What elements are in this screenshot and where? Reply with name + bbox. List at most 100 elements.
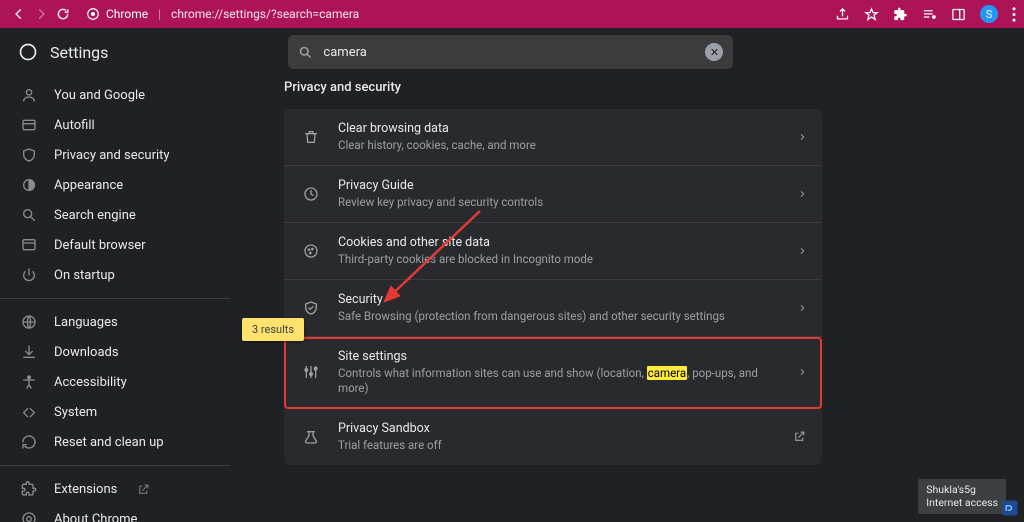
search-icon — [20, 207, 38, 223]
kebab-menu-icon[interactable] — [1012, 7, 1016, 22]
row-title: Cookies and other site data — [338, 235, 782, 250]
search-results-badge: 3 results — [242, 318, 304, 341]
trash-icon — [300, 129, 322, 145]
profile-avatar[interactable]: S — [980, 5, 998, 23]
sidebar-item-label: Privacy and security — [54, 148, 170, 163]
chrome-icon — [86, 7, 100, 21]
back-button[interactable] — [8, 7, 30, 21]
row-subtitle: Clear history, cookies, cache, and more — [338, 138, 782, 153]
sidebar-item-on-startup[interactable]: On startup — [0, 260, 230, 290]
sidebar-item-system[interactable]: System — [0, 397, 230, 427]
row-subtitle: Trial features are off — [338, 438, 777, 453]
address-bar[interactable]: Chrome | chrome://settings/?search=camer… — [86, 7, 359, 21]
row-title: Security — [338, 292, 782, 307]
chevron-right-icon — [798, 302, 806, 314]
row-title: Privacy Guide — [338, 178, 782, 193]
settings-row-privacy-guide[interactable]: Privacy Guide Review key privacy and secu… — [284, 166, 822, 223]
sidebar-item-autofill[interactable]: Autofill — [0, 110, 230, 140]
browser-toolbar: Chrome | chrome://settings/?search=camer… — [0, 0, 1024, 28]
sidebar-item-accessibility[interactable]: Accessibility — [0, 367, 230, 397]
settings-search-box[interactable]: ✕ — [288, 35, 733, 69]
appearance-icon — [20, 177, 38, 193]
sidebar-item-label: Default browser — [54, 238, 146, 253]
bookmark-star-icon[interactable] — [864, 7, 879, 22]
sidebar-item-languages[interactable]: Languages — [0, 307, 230, 337]
settings-header: Settings ✕ — [0, 28, 1024, 76]
settings-gear-icon — [18, 42, 38, 62]
sidebar-item-privacy-and-security[interactable]: Privacy and security — [0, 140, 230, 170]
row-title: Site settings — [338, 349, 782, 364]
extension-icon — [20, 481, 38, 497]
sidebar-item-label: Languages — [54, 315, 118, 330]
settings-title: Settings — [18, 42, 108, 62]
sidebar-item-extensions[interactable]: Extensions — [0, 474, 230, 504]
sandbox-icon — [300, 429, 322, 445]
settings-row-site-settings[interactable]: Site settings Controls what information s… — [284, 337, 822, 409]
row-subtitle: Review key privacy and security controls — [338, 195, 782, 210]
external-link-icon — [137, 483, 150, 496]
settings-row-privacy-sandbox[interactable]: Privacy Sandbox Trial features are off — [284, 409, 822, 465]
sidebar-item-label: On startup — [54, 268, 115, 283]
network-toast: Shukla's5g Internet access — [918, 479, 1006, 514]
watermark-logo — [1000, 498, 1020, 518]
chevron-right-icon — [798, 366, 806, 378]
url-scheme-label: Chrome — [106, 7, 148, 21]
sidebar-item-downloads[interactable]: Downloads — [0, 337, 230, 367]
playlist-icon[interactable] — [922, 7, 937, 22]
url-text: chrome://settings/?search=camera — [171, 7, 359, 21]
row-subtitle: Third-party cookies are blocked in Incog… — [338, 252, 782, 267]
clear-search-button[interactable]: ✕ — [705, 43, 723, 61]
sidebar-item-reset-and-clean-up[interactable]: Reset and clean up — [0, 427, 230, 457]
shield-icon — [20, 147, 38, 163]
reload-button[interactable] — [52, 7, 74, 21]
chrome-icon — [20, 511, 38, 522]
sidebar-item-label: Autofill — [54, 118, 95, 133]
privacy-card: Clear browsing data Clear history, cookie… — [284, 109, 822, 465]
sidebar-item-label: You and Google — [54, 88, 145, 103]
download-icon — [20, 344, 38, 360]
guide-icon — [300, 186, 322, 202]
sidebar-item-label: Reset and clean up — [54, 435, 164, 450]
cookie-icon — [300, 243, 322, 259]
chevron-right-icon — [798, 188, 806, 200]
row-title: Privacy Sandbox — [338, 421, 777, 436]
sidebar-item-you-and-google[interactable]: You and Google — [0, 80, 230, 110]
forward-button[interactable] — [30, 7, 52, 21]
row-subtitle: Controls what information sites can use … — [338, 366, 782, 396]
settings-search-input[interactable] — [323, 45, 695, 60]
sidebar-item-about-chrome[interactable]: About Chrome — [0, 504, 230, 522]
sliders-icon — [300, 364, 322, 380]
sidebar-item-label: Extensions — [54, 482, 117, 497]
share-icon[interactable] — [835, 7, 850, 22]
system-icon — [20, 404, 38, 420]
sidebar-item-appearance[interactable]: Appearance — [0, 170, 230, 200]
person-icon — [20, 87, 38, 103]
extensions-icon[interactable] — [893, 7, 908, 22]
sidebar-item-search-engine[interactable]: Search engine — [0, 200, 230, 230]
sidebar-item-label: About Chrome — [54, 512, 137, 522]
sidebar-item-label: Downloads — [54, 345, 119, 360]
sidebar-item-label: Search engine — [54, 208, 136, 223]
settings-row-security[interactable]: Security Safe Browsing (protection from d… — [284, 280, 822, 337]
settings-row-clear-browsing-data[interactable]: Clear browsing data Clear history, cookie… — [284, 109, 822, 166]
open-external-icon — [793, 430, 806, 443]
sidebar-item-label: System — [54, 405, 97, 420]
power-icon — [20, 267, 38, 283]
globe-icon — [20, 314, 38, 330]
settings-row-cookies-and-other-site-data[interactable]: Cookies and other site data Third-party c… — [284, 223, 822, 280]
reset-icon — [20, 434, 38, 450]
sidebar-item-default-browser[interactable]: Default browser — [0, 230, 230, 260]
chevron-right-icon — [798, 245, 806, 257]
sidebar-item-label: Accessibility — [54, 375, 127, 390]
browser-icon — [20, 237, 38, 253]
row-title: Clear browsing data — [338, 121, 782, 136]
sidebar-item-label: Appearance — [54, 178, 123, 193]
row-subtitle: Safe Browsing (protection from dangerous… — [338, 309, 782, 324]
panel-icon[interactable] — [951, 7, 966, 22]
security-icon — [300, 300, 322, 316]
autofill-icon — [20, 117, 38, 133]
accessibility-icon — [20, 374, 38, 390]
sidebar: You and Google Autofill Privacy and securi… — [0, 76, 230, 522]
section-title: Privacy and security — [284, 80, 1024, 95]
search-icon — [298, 45, 313, 60]
